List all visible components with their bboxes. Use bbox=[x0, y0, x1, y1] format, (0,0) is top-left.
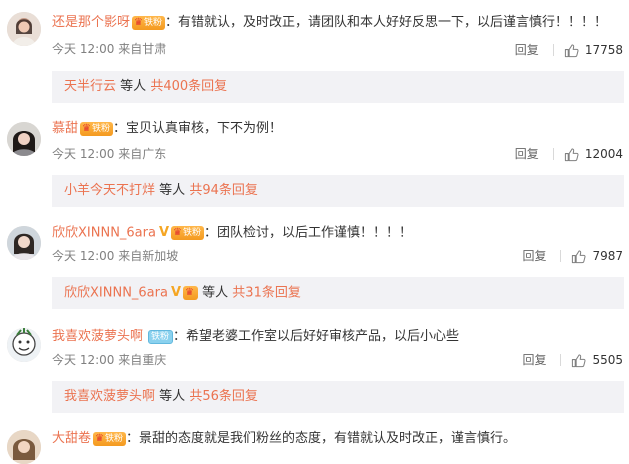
crown-icon: ♛ bbox=[134, 16, 143, 28]
thumbs-up-icon bbox=[572, 249, 586, 263]
username-link[interactable]: 我喜欢菠萝头啊 bbox=[52, 329, 143, 344]
like-count: 7987 bbox=[592, 249, 623, 263]
reply-button[interactable]: 回复 bbox=[515, 146, 539, 162]
comment-text: 希望老婆工作室以后好好审核产品，以后小心些 bbox=[186, 329, 460, 344]
like-count: 17758 bbox=[584, 43, 623, 57]
comment-meta: 今天 12:00 来自新加坡 bbox=[52, 248, 178, 264]
like-button[interactable]: 7987 bbox=[571, 248, 623, 264]
comment-text: 有错就认，及时改正，请团队和本人好好反思一下，以后谨言慎行！！！！ bbox=[178, 15, 608, 30]
crown-icon: ♛ bbox=[173, 227, 182, 238]
comment-meta: 今天 12:00 来自广东 bbox=[52, 146, 166, 162]
fan-badge[interactable]: ♛ 铁粉 bbox=[171, 226, 205, 240]
fan-badge: ♛ bbox=[183, 286, 198, 300]
comment-location: 来自新加坡 bbox=[118, 249, 179, 263]
comment-line: 慕甜 ♛ 铁粉 ：宝贝认真审核，下不为例！ bbox=[52, 121, 283, 136]
comment-actions: 回复 17758 bbox=[515, 42, 623, 58]
comment-location: 来自重庆 bbox=[118, 353, 167, 367]
replies-preview[interactable]: 我喜欢菠萝头啊 等人 共56条回复 bbox=[52, 381, 624, 413]
reply-count-link[interactable]: 共31条回复 bbox=[232, 286, 301, 301]
reply-username[interactable]: 欣欣XINNN_6ara bbox=[64, 286, 168, 301]
divider bbox=[560, 354, 562, 366]
fan-badge[interactable]: ♛ 铁粉 bbox=[132, 15, 165, 30]
crown-icon: ♛ bbox=[185, 287, 194, 298]
crown-icon: ♛ bbox=[82, 122, 91, 134]
avatar[interactable] bbox=[7, 226, 41, 260]
reply-username[interactable]: 天半行云 bbox=[64, 79, 116, 94]
username-link[interactable]: 欣欣XINNN_6ara bbox=[52, 226, 156, 241]
avatar[interactable] bbox=[7, 12, 41, 46]
comment-time: 今天 12:00 bbox=[52, 147, 115, 161]
like-button[interactable]: 12004 bbox=[564, 146, 623, 162]
comment-location: 来自广东 bbox=[118, 147, 167, 161]
reply-count-link[interactable]: 共94条回复 bbox=[189, 183, 258, 198]
username-link[interactable]: 大甜卷 bbox=[52, 431, 91, 446]
divider bbox=[560, 250, 562, 262]
reply-button[interactable]: 回复 bbox=[522, 248, 546, 264]
thumbs-up-icon bbox=[564, 147, 579, 161]
fan-badge[interactable]: 铁粉 bbox=[148, 329, 174, 344]
reply-username[interactable]: 小羊今天不打烊 bbox=[64, 183, 155, 198]
comment-actions: 回复 12004 bbox=[515, 146, 623, 162]
comment-line: 还是那个影呀 ♛ 铁粉 ：有错就认，及时改正，请团队和本人好好反思一下，以后谨言慎行！… bbox=[52, 15, 608, 30]
comment-time: 今天 12:00 bbox=[52, 42, 115, 56]
reply-button[interactable]: 回复 bbox=[515, 42, 539, 58]
v-verified-icon: V bbox=[158, 225, 170, 240]
fan-badge[interactable]: ♛ 铁粉 bbox=[80, 121, 113, 136]
reply-button[interactable]: 回复 bbox=[522, 352, 546, 368]
comment-actions: 回复 5505 bbox=[522, 352, 623, 368]
comment-time: 今天 12:00 bbox=[52, 353, 115, 367]
thumbs-up-icon bbox=[572, 353, 586, 367]
comment-location: 来自甘肃 bbox=[118, 42, 167, 56]
comment-text: 景甜的态度就是我们粉丝的态度，有错就认及时改正，谨言慎行。 bbox=[139, 431, 517, 446]
avatar[interactable] bbox=[7, 122, 41, 156]
avatar[interactable] bbox=[7, 328, 41, 362]
comment-line: 欣欣XINNN_6ara V ♛ 铁粉 ：团队检讨，以后工作谨慎！！！！ bbox=[52, 225, 413, 241]
reply-username[interactable]: 我喜欢菠萝头啊 bbox=[64, 389, 155, 404]
comment-meta: 今天 12:00 来自甘肃 bbox=[52, 41, 166, 57]
divider bbox=[552, 148, 554, 160]
reply-count-link[interactable]: 共400条回复 bbox=[150, 79, 227, 94]
username-link[interactable]: 慕甜 bbox=[52, 121, 78, 136]
comment-meta: 今天 12:00 来自重庆 bbox=[52, 352, 166, 368]
avatar[interactable] bbox=[7, 430, 41, 464]
comment-actions: 回复 7987 bbox=[522, 248, 623, 264]
fan-badge[interactable]: ♛ 铁粉 bbox=[93, 431, 126, 446]
crown-icon: ♛ bbox=[95, 432, 104, 444]
comment-text: 宝贝认真审核，下不为例！ bbox=[126, 121, 283, 136]
username-link[interactable]: 还是那个影呀 bbox=[52, 15, 130, 30]
comment-time: 今天 12:00 bbox=[52, 249, 115, 263]
comment-line: 大甜卷 ♛ 铁粉 ：景甜的态度就是我们粉丝的态度，有错就认及时改正，谨言慎行。 bbox=[52, 431, 517, 446]
thumbs-up-icon bbox=[564, 43, 579, 57]
comment-line: 我喜欢菠萝头啊 铁粉 ：希望老婆工作室以后好好审核产品，以后小心些 bbox=[52, 329, 460, 344]
replies-preview[interactable]: 小羊今天不打烊 等人 共94条回复 bbox=[52, 175, 624, 207]
like-count: 12004 bbox=[584, 147, 623, 161]
replies-preview[interactable]: 天半行云 等人 共400条回复 bbox=[52, 71, 624, 103]
like-button[interactable]: 5505 bbox=[571, 352, 623, 368]
replies-preview[interactable]: 欣欣XINNN_6ara V ♛ 等人 共31条回复 bbox=[52, 277, 624, 309]
comment-text: 团队检讨，以后工作谨慎！！！！ bbox=[217, 225, 413, 241]
like-count: 5505 bbox=[592, 353, 623, 367]
like-button[interactable]: 17758 bbox=[564, 42, 623, 58]
divider bbox=[552, 44, 554, 56]
reply-count-link[interactable]: 共56条回复 bbox=[189, 389, 258, 404]
v-verified-icon: V bbox=[170, 285, 182, 300]
